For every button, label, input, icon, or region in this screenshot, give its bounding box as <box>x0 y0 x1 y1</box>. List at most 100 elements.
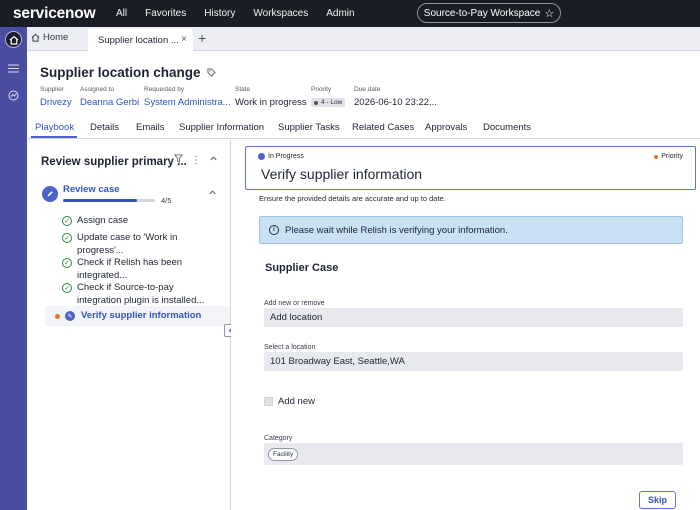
left-rail <box>0 27 27 510</box>
stage-progress-bar <box>63 199 155 202</box>
close-tab-icon[interactable]: × <box>181 34 187 45</box>
select-location-value: 101 Broadway East, Seattle,WA <box>270 356 405 367</box>
tab-supplier-information[interactable]: Supplier Information <box>179 122 264 133</box>
workspace-switcher[interactable]: Source-to-Pay Workspace ☆ <box>417 3 561 23</box>
category-field[interactable]: Facility <box>264 443 683 465</box>
tab-supplier-tasks[interactable]: Supplier Tasks <box>278 122 340 133</box>
tab-supplier-location[interactable]: Supplier location ... × <box>88 29 193 51</box>
activity-card: In Progress Priority Verify supplier inf… <box>245 146 696 190</box>
playbook-actions: ⋮ <box>174 154 226 166</box>
stage-name[interactable]: Review case <box>63 184 120 195</box>
tab-playbook[interactable]: Playbook <box>35 122 74 133</box>
task-update-case[interactable]: ✓ Update case to 'Work in progress'... <box>62 232 217 257</box>
nav-history[interactable]: History <box>204 8 235 19</box>
activity-main: In Progress Priority Verify supplier inf… <box>231 140 700 510</box>
tab-approvals[interactable]: Approvals <box>425 122 467 133</box>
meta-label: Assigned to <box>80 86 114 93</box>
priority-badge: 4 - Low <box>311 98 346 107</box>
current-task-icon: ✎ <box>65 311 75 321</box>
tab-emails[interactable]: Emails <box>136 122 165 133</box>
info-banner: i Please wait while Relish is verifying … <box>259 216 683 244</box>
more-options-icon[interactable]: ⋮ <box>191 155 201 166</box>
due-date-value: 2026-06-10 23:22... <box>354 97 437 108</box>
add-location-field[interactable]: Add location <box>264 308 683 327</box>
playbook-panel: Review supplier primary ... ⋮ Review cas… <box>27 140 231 510</box>
category-label: Category <box>264 435 293 442</box>
tab-home[interactable]: Home <box>31 32 68 43</box>
chevron-up-icon[interactable] <box>208 188 217 199</box>
meta-priority: Priority 4 - Low <box>311 86 346 107</box>
meta-assigned-to: Assigned to Deanna Gerbi <box>80 86 139 108</box>
list-icon[interactable] <box>5 60 22 77</box>
dashboard-icon[interactable] <box>5 87 22 104</box>
nav-all[interactable]: All <box>116 8 127 19</box>
add-location-value: Add location <box>270 312 323 323</box>
tab-related-cases[interactable]: Related Cases <box>352 122 414 133</box>
meta-label: Supplier <box>40 86 64 93</box>
task-check-plugin[interactable]: ✓ Check if Source-to-pay integration plu… <box>62 282 217 307</box>
task-assign-case[interactable]: ✓ Assign case <box>62 215 217 228</box>
nav-workspaces[interactable]: Workspaces <box>253 8 308 19</box>
priority-dot-icon <box>55 314 60 319</box>
chevron-up-icon[interactable] <box>209 154 218 166</box>
task-label: Check if Relish has been integrated... <box>77 257 183 281</box>
active-tab-indicator <box>31 136 77 138</box>
in-progress-icon <box>258 153 265 160</box>
meta-requested-by: Requested by System Administra... <box>144 86 231 108</box>
nav-links: All Favorites History Workspaces Admin <box>116 8 373 19</box>
add-new-checkbox[interactable]: Add new <box>264 396 315 407</box>
record-header: Supplier location change Supplier Drivez… <box>27 51 700 119</box>
add-location-label: Add new or remove <box>264 300 325 307</box>
meta-label: Due date <box>354 86 381 93</box>
tab-active-label: Supplier location ... <box>98 34 179 46</box>
meta-supplier: Supplier Drivezy <box>40 86 72 108</box>
category-chip[interactable]: Facility <box>268 448 299 461</box>
stage-edit-icon <box>42 186 58 202</box>
servicenow-logo[interactable]: servicenow <box>13 5 109 23</box>
requested-by-link[interactable]: System Administra... <box>144 97 231 108</box>
top-navigation: servicenow All Favorites History Workspa… <box>0 0 700 27</box>
task-label: Update case to 'Work in progress'... <box>77 232 178 256</box>
home-icon[interactable] <box>5 31 22 48</box>
select-location-label: Select a location <box>264 344 316 351</box>
task-check-relish[interactable]: ✓ Check if Relish has been integrated... <box>62 257 217 282</box>
checkbox-label: Add new <box>278 396 315 407</box>
playbook-title: Review supplier primary ... <box>41 156 187 168</box>
select-location-field[interactable]: 101 Broadway East, Seattle,WA <box>264 352 683 371</box>
stage-progress-count: 4/5 <box>161 196 172 205</box>
assigned-to-link[interactable]: Deanna Gerbi <box>80 97 139 108</box>
tab-home-label: Home <box>43 32 69 43</box>
supplier-link[interactable]: Drivezy <box>40 97 72 108</box>
meta-label: Requested by <box>144 86 185 93</box>
info-text: Please wait while Relish is verifying yo… <box>285 224 508 236</box>
check-circle-icon: ✓ <box>62 258 72 268</box>
tab-details[interactable]: Details <box>90 122 119 133</box>
priority-text: Priority <box>661 153 683 160</box>
meta-due-date: Due date 2026-06-10 23:22... <box>354 86 437 108</box>
meta-label: State <box>235 86 251 93</box>
status-badge: In Progress <box>258 153 304 160</box>
activity-description: Ensure the provided details are accurate… <box>259 194 446 203</box>
tab-bar: Home Supplier location ... × + <box>27 27 700 51</box>
active-task-label: Verify supplier information <box>81 310 202 321</box>
priority-dot-icon <box>314 100 318 105</box>
nav-favorites[interactable]: Favorites <box>145 8 186 19</box>
check-circle-icon: ✓ <box>62 283 72 293</box>
task-label: Check if Source-to-pay integration plugi… <box>77 282 205 306</box>
add-tab-button[interactable]: + <box>198 30 206 46</box>
workspace-name: Source-to-Pay Workspace <box>423 7 541 19</box>
checkbox-box[interactable] <box>264 397 273 406</box>
star-icon[interactable]: ☆ <box>544 7 554 20</box>
home-tab-icon <box>31 33 40 42</box>
activity-heading: Verify supplier information <box>261 166 423 182</box>
nav-admin[interactable]: Admin <box>326 8 354 19</box>
filter-icon[interactable] <box>174 154 183 166</box>
meta-label: Priority <box>311 86 332 93</box>
tab-documents[interactable]: Documents <box>483 122 531 133</box>
tag-icon[interactable] <box>206 65 216 80</box>
record-tabs: Playbook Details Emails Supplier Informa… <box>27 119 700 139</box>
section-title: Supplier Case <box>265 262 339 274</box>
task-label: Assign case <box>77 215 129 226</box>
task-verify-supplier[interactable]: ✎ Verify supplier information <box>45 306 230 326</box>
skip-button[interactable]: Skip <box>639 491 676 509</box>
